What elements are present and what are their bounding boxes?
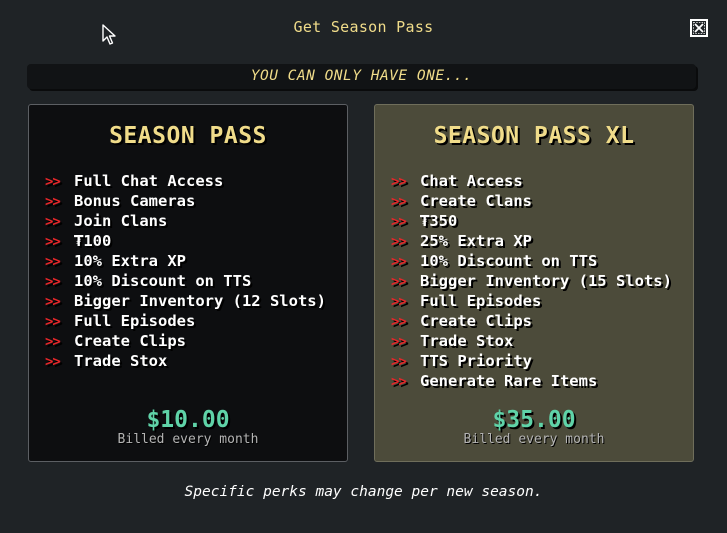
perk-label: Create Clips [74,332,186,350]
season-pass-xl-card[interactable]: SEASON PASS XL >> Chat Access >> Create Cla… [374,104,694,462]
perk-label: Create Clans [420,192,532,210]
perk-label: Bigger Inventory (15 Slots) [420,272,672,290]
perk-item: >> Create Clips [45,331,326,351]
perk-item: >> Full Episodes [45,311,326,331]
perk-label: Create Clips [420,312,532,330]
close-icon [693,22,705,34]
perk-label: 10% Discount on TTS [74,272,252,290]
dialog-title: Get Season Pass [293,18,434,36]
double-chevron-right-icon: >> [45,314,61,330]
perk-item: >> Chat Access [391,171,672,191]
plan-title: SEASON PASS XL [433,123,635,149]
perk-item: >> Create Clips [391,311,672,331]
double-chevron-right-icon: >> [391,334,407,350]
double-chevron-right-icon: >> [45,334,61,350]
footer-note: Specific perks may change per new season… [184,484,543,500]
perk-item: >> Join Clans [45,211,326,231]
perk-label: Full Episodes [74,312,196,330]
perk-label: Full Chat Access [74,172,224,190]
close-button[interactable] [690,19,708,37]
double-chevron-right-icon: >> [391,374,407,390]
perk-item: >> ₮350 [391,211,672,231]
perk-item: >> Full Episodes [391,291,672,311]
perk-item: >> 10% Discount on TTS [45,271,326,291]
perk-label: Bonus Cameras [74,192,196,210]
double-chevron-right-icon: >> [45,194,61,210]
perk-item: >> Trade Stox [391,331,672,351]
perk-label: Bigger Inventory (12 Slots) [74,292,326,310]
double-chevron-right-icon: >> [45,274,61,290]
double-chevron-right-icon: >> [391,314,407,330]
double-chevron-right-icon: >> [391,174,407,190]
perk-item: >> Generate Rare Items [391,371,672,391]
perk-item: >> 10% Discount on TTS [391,251,672,271]
double-chevron-right-icon: >> [391,214,407,230]
billing-note: Billed every month [463,432,605,447]
double-chevron-right-icon: >> [391,234,407,250]
perk-label: 10% Discount on TTS [420,252,598,270]
perk-label: Generate Rare Items [420,372,598,390]
double-chevron-right-icon: >> [45,234,61,250]
perk-label: 25% Extra XP [420,232,532,250]
double-chevron-right-icon: >> [45,174,61,190]
season-pass-card[interactable]: SEASON PASS >> Full Chat Access >> Bonus Ca… [28,104,348,462]
double-chevron-right-icon: >> [45,214,61,230]
perk-item: >> Full Chat Access [45,171,326,191]
perk-label: TTS Priority [420,352,532,370]
perk-label: Join Clans [74,212,168,230]
perk-list: >> Full Chat Access >> Bonus Cameras >> Join … [45,171,326,371]
perk-item: >> Bigger Inventory (12 Slots) [45,291,326,311]
double-chevron-right-icon: >> [45,294,61,310]
perk-item: >> ₮100 [45,231,326,251]
double-chevron-right-icon: >> [391,194,407,210]
double-chevron-right-icon: >> [391,354,407,370]
perk-item: >> Create Clans [391,191,672,211]
perk-label: Full Episodes [420,292,542,310]
double-chevron-right-icon: >> [45,254,61,270]
perk-list: >> Chat Access >> Create Clans >> ₮350 >> 25% E… [391,171,672,391]
perk-label: 10% Extra XP [74,252,186,270]
perk-label: ₮100 [74,232,112,250]
plan-price: $10.00 [146,407,230,433]
double-chevron-right-icon: >> [391,274,407,290]
double-chevron-right-icon: >> [391,254,407,270]
double-chevron-right-icon: >> [45,354,61,370]
perk-item: >> TTS Priority [391,351,672,371]
double-chevron-right-icon: >> [391,294,407,310]
plan-price: $35.00 [492,407,576,433]
plan-title: SEASON PASS [109,123,267,149]
perk-item: >> Bigger Inventory (15 Slots) [391,271,672,291]
perk-label: ₮350 [420,212,458,230]
perk-label: Trade Stox [74,352,168,370]
perk-item: >> 10% Extra XP [45,251,326,271]
perk-item: >> 25% Extra XP [391,231,672,251]
only-one-banner: YOU CAN ONLY HAVE ONE... [27,64,696,89]
perk-label: Trade Stox [420,332,514,350]
billing-note: Billed every month [117,432,259,447]
perk-label: Chat Access [420,172,523,190]
perk-item: >> Bonus Cameras [45,191,326,211]
perk-item: >> Trade Stox [45,351,326,371]
